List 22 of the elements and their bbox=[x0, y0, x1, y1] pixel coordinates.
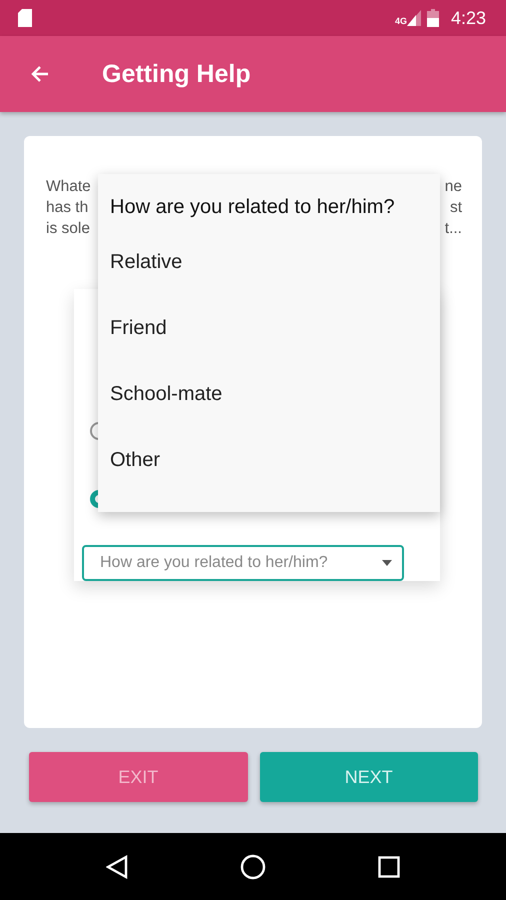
dropdown-item[interactable]: Relative bbox=[110, 228, 428, 296]
dropdown-item[interactable]: School-mate bbox=[110, 360, 428, 428]
clock: 4:23 bbox=[450, 8, 486, 28]
dropdown-item[interactable]: Friend bbox=[110, 294, 428, 362]
sd-card-icon bbox=[18, 9, 32, 27]
dropdown-title: How are you related to her/him? bbox=[110, 195, 396, 220]
intro-text: has th bbox=[46, 198, 88, 218]
intro-text: Whate bbox=[46, 177, 91, 197]
caret-icon bbox=[382, 560, 392, 566]
relation-select[interactable]: How are you related to her/him? bbox=[82, 545, 404, 581]
back-icon[interactable] bbox=[106, 854, 128, 878]
battery-icon bbox=[426, 9, 439, 27]
intro-text: t... bbox=[444, 219, 462, 239]
intro-text: ne bbox=[444, 177, 462, 197]
network-type: 4G bbox=[394, 16, 407, 26]
intro-text: st bbox=[450, 198, 462, 218]
home-icon[interactable] bbox=[240, 854, 266, 880]
screen-title: Getting Help bbox=[102, 60, 251, 88]
intro-text: is sole bbox=[46, 219, 90, 239]
dropdown-item[interactable]: Other bbox=[110, 426, 428, 494]
signal-icon bbox=[406, 10, 421, 26]
recents-icon[interactable] bbox=[378, 856, 400, 878]
